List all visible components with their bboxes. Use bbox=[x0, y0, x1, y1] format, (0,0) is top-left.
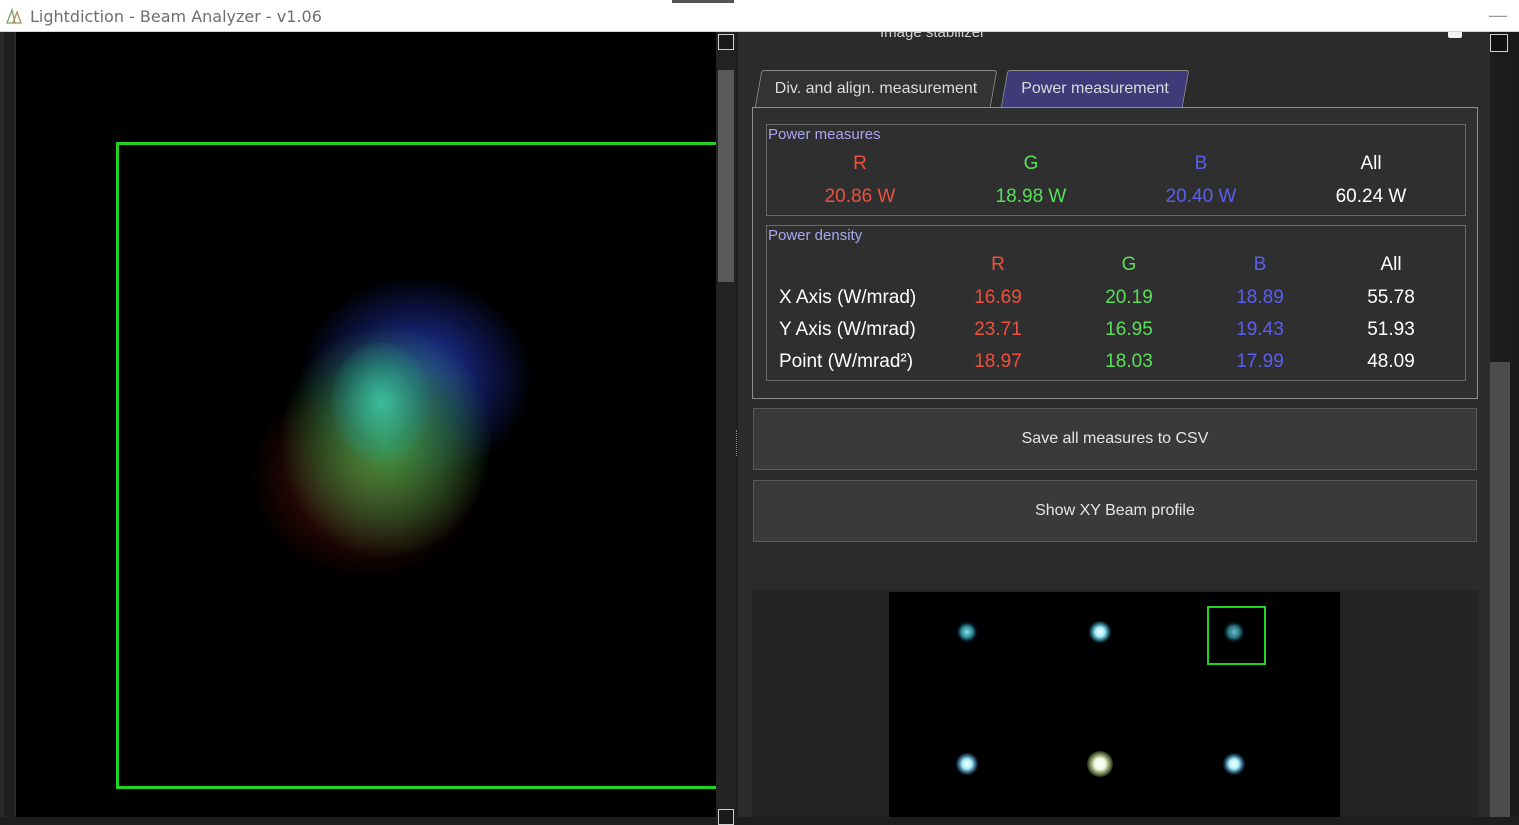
window-title: Lightdiction - Beam Analyzer - v1.06 bbox=[30, 7, 322, 26]
scroll-up-button[interactable] bbox=[1490, 34, 1508, 52]
density-value: 16.95 bbox=[1105, 319, 1153, 340]
power-density-group: Power density R G B All X Axis (W/mrad) … bbox=[766, 225, 1466, 381]
density-header-r: R bbox=[991, 254, 1005, 275]
tab-label: Div. and align. measurement bbox=[774, 80, 978, 97]
density-value: 18.97 bbox=[974, 351, 1022, 372]
power-r-value: 20.86 W bbox=[824, 186, 896, 207]
scroll-down-button[interactable] bbox=[718, 809, 734, 825]
panel-scrollbar[interactable] bbox=[1490, 32, 1519, 817]
header-all: All bbox=[1360, 153, 1382, 174]
scrollbar-thumb[interactable] bbox=[1490, 362, 1510, 817]
tab-power-measurement[interactable]: Power measurement bbox=[1000, 70, 1190, 108]
show-xy-beam-profile-button[interactable]: Show XY Beam profile bbox=[753, 480, 1477, 542]
camera-view-scrollbar[interactable] bbox=[716, 32, 736, 825]
header-g: G bbox=[1023, 153, 1039, 174]
power-density-title: Power density bbox=[768, 227, 863, 244]
beam-spot bbox=[956, 753, 978, 775]
density-header-b: B bbox=[1253, 254, 1267, 275]
density-value: 19.43 bbox=[1236, 319, 1284, 340]
density-value: 17.99 bbox=[1236, 351, 1284, 372]
density-row-label: X Axis (W/mrad) bbox=[779, 287, 917, 308]
power-measures-group: Power measures R G B All 20.86 W 18.98 W… bbox=[766, 124, 1466, 216]
density-value: 48.09 bbox=[1367, 351, 1415, 372]
app-logo-icon bbox=[6, 8, 22, 24]
minimize-icon[interactable]: — bbox=[1489, 6, 1507, 24]
density-value: 18.89 bbox=[1236, 287, 1284, 308]
beam-grid-preview[interactable] bbox=[752, 590, 1478, 817]
tab-label: Power measurement bbox=[1021, 80, 1169, 97]
title-accent-line bbox=[672, 0, 734, 3]
power-g-value: 18.98 W bbox=[995, 186, 1067, 207]
measurement-panel: Image stabilizer Div. and align. measure… bbox=[738, 32, 1490, 817]
power-b-value: 20.40 W bbox=[1165, 186, 1237, 207]
density-value: 23.71 bbox=[974, 319, 1022, 340]
beam-spot bbox=[956, 621, 978, 643]
title-bar: Lightdiction - Beam Analyzer - v1.06 — bbox=[0, 0, 1519, 32]
selected-spot-box[interactable] bbox=[1207, 606, 1266, 665]
roi-rectangle[interactable] bbox=[116, 142, 716, 789]
scrollbar-thumb[interactable] bbox=[718, 70, 734, 282]
image-stabilizer-label: Image stabilizer bbox=[880, 32, 986, 41]
header-b: B bbox=[1194, 153, 1208, 174]
density-value: 16.69 bbox=[974, 287, 1022, 308]
power-measures-title: Power measures bbox=[768, 126, 881, 143]
camera-view[interactable] bbox=[16, 32, 716, 817]
density-header-all: All bbox=[1380, 254, 1402, 275]
density-value: 51.93 bbox=[1367, 319, 1415, 340]
left-edge-strip bbox=[0, 32, 16, 817]
power-all-value: 60.24 W bbox=[1335, 186, 1407, 207]
image-stabilizer-checkbox[interactable] bbox=[1448, 32, 1462, 38]
density-value: 20.19 bbox=[1105, 287, 1153, 308]
beam-spot bbox=[1087, 751, 1113, 777]
preview-canvas[interactable] bbox=[889, 592, 1340, 817]
density-value: 18.03 bbox=[1105, 351, 1153, 372]
density-row-label: Point (W/mrad²) bbox=[779, 351, 914, 372]
beam-spot bbox=[1089, 621, 1111, 643]
density-header-g: G bbox=[1121, 254, 1137, 275]
density-row-label: Y Axis (W/mrad) bbox=[779, 319, 916, 340]
beam-spot bbox=[1223, 753, 1245, 775]
scroll-up-button[interactable] bbox=[718, 34, 734, 50]
density-value: 55.78 bbox=[1367, 287, 1415, 308]
header-r: R bbox=[853, 153, 867, 174]
power-measurement-page: Power measures R G B All 20.86 W 18.98 W… bbox=[752, 107, 1478, 399]
save-csv-button[interactable]: Save all measures to CSV bbox=[753, 408, 1477, 470]
tab-div-align-measurement[interactable]: Div. and align. measurement bbox=[754, 70, 998, 108]
